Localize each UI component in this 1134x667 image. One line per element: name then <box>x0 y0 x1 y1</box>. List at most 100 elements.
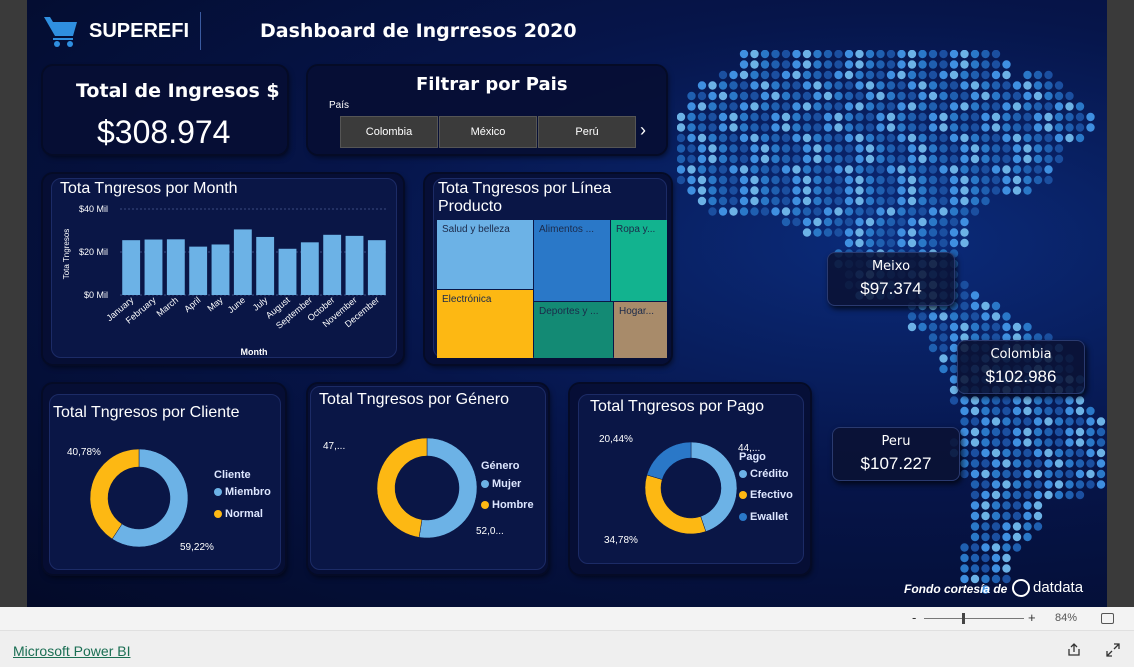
map-dot <box>823 186 833 195</box>
map-dot <box>1054 91 1064 101</box>
bar-july <box>256 236 275 295</box>
slicer-mexico[interactable]: México <box>439 116 537 148</box>
map-dot <box>865 81 875 90</box>
map-dot <box>771 91 780 101</box>
map-dot <box>834 70 843 80</box>
map-dot <box>718 165 728 174</box>
map-dot <box>907 312 917 321</box>
map-card-name: Colombia <box>990 347 1052 362</box>
map-dot <box>1033 102 1043 111</box>
map-dot <box>907 238 917 248</box>
map-dot <box>760 112 770 122</box>
map-dot <box>886 91 896 101</box>
genero-label-a: 47,... <box>323 441 346 452</box>
map-dot <box>928 333 938 342</box>
map-dot <box>876 228 885 237</box>
map-dot <box>981 186 990 195</box>
map-dot <box>991 438 1001 447</box>
map-dot <box>834 123 843 132</box>
total-card: Total de Ingresos $ $308.974 <box>43 66 287 154</box>
header-divider <box>200 12 201 50</box>
map-dot <box>771 175 780 185</box>
map-dot <box>1002 490 1011 500</box>
treemap-hogar[interactable]: Hogar... <box>614 302 667 358</box>
cart-logo-icon <box>43 14 79 53</box>
map-dot <box>1033 427 1043 437</box>
map-dot <box>991 490 1001 500</box>
map-dot <box>718 70 728 80</box>
legend-credito: Crédito <box>739 468 789 480</box>
map-dot <box>718 207 728 216</box>
bar-march <box>166 239 185 295</box>
map-dot <box>708 81 717 90</box>
treemap-salud[interactable]: Salud y belleza <box>437 220 533 289</box>
chevron-right-icon[interactable]: › <box>640 120 646 141</box>
map-dot <box>771 112 780 122</box>
map-dot <box>855 70 864 80</box>
left-gutter <box>0 0 27 607</box>
slicer-peru[interactable]: Perú <box>538 116 636 148</box>
datdata-logo-icon <box>1012 579 1030 597</box>
map-dot <box>981 543 990 552</box>
slicer-colombia[interactable]: Colombia <box>340 116 438 148</box>
map-dot <box>760 207 770 216</box>
month-bar-chart: $40 Mil$20 Mil$0 MilJanuaryFebruaryMarch… <box>62 204 388 357</box>
zoom-minus-button[interactable]: - <box>912 610 916 625</box>
map-dot <box>1002 396 1011 405</box>
map-dot <box>760 60 770 69</box>
map-dot <box>1002 564 1011 573</box>
map-dot <box>855 228 864 237</box>
treemap-ropa[interactable]: Ropa y... <box>611 220 667 301</box>
map-dot <box>897 133 906 143</box>
treemap-deportes[interactable]: Deportes y ... <box>534 302 613 358</box>
map-dot <box>970 448 980 458</box>
map-dot <box>813 70 822 80</box>
map-dot <box>771 60 780 69</box>
footer: - + 84% Microsoft Power BI <box>0 607 1134 667</box>
map-card-colombia[interactable]: Colombia $102.986 <box>957 340 1085 394</box>
map-dot <box>960 217 969 227</box>
map-card-mexico[interactable]: Meixo $97.374 <box>827 252 955 306</box>
map-card-peru[interactable]: Peru $107.227 <box>832 427 960 481</box>
map-dot <box>1002 154 1011 164</box>
share-icon[interactable] <box>1067 643 1081 657</box>
map-dot <box>823 154 833 164</box>
powerbi-link[interactable]: Microsoft Power BI <box>13 643 130 659</box>
map-dot <box>949 165 959 174</box>
map-dot <box>865 144 875 153</box>
map-dot <box>718 102 728 111</box>
zoom-slider-thumb[interactable] <box>962 613 965 624</box>
map-dot <box>928 165 938 174</box>
map-dot <box>928 322 938 332</box>
map-dot <box>991 459 1001 468</box>
map-dot <box>708 123 717 132</box>
treemap-alimentos[interactable]: Alimentos ... <box>534 220 610 301</box>
map-dot <box>834 196 843 206</box>
map-dot <box>1096 427 1106 437</box>
map-dot <box>1033 438 1043 447</box>
treemap-electronica[interactable]: Electrónica <box>437 290 533 358</box>
map-dot <box>865 175 875 185</box>
map-dot <box>1012 144 1022 153</box>
map-dot <box>729 154 738 164</box>
map-dot <box>1054 154 1064 164</box>
map-dot <box>907 102 917 111</box>
map-dot <box>813 123 822 132</box>
zoom-plus-button[interactable]: + <box>1028 610 1036 625</box>
fit-page-icon[interactable] <box>1101 613 1114 624</box>
map-dot <box>970 175 980 185</box>
map-dot <box>960 81 969 90</box>
map-dot <box>750 175 759 185</box>
map-dot <box>939 144 948 153</box>
map-dot <box>886 186 896 195</box>
map-dot <box>865 112 875 122</box>
total-title: Total de Ingresos $ <box>76 80 280 102</box>
map-dot <box>687 102 696 111</box>
app: SUPEREFI Dashboard de Ingrresos 2020 Tot… <box>0 0 1134 667</box>
map-dot <box>1086 406 1095 416</box>
zoom-slider[interactable] <box>924 618 1024 619</box>
fullscreen-icon[interactable] <box>1106 643 1120 657</box>
map-dot <box>834 50 843 59</box>
map-dot <box>1054 490 1064 500</box>
map-dot <box>1012 322 1022 332</box>
